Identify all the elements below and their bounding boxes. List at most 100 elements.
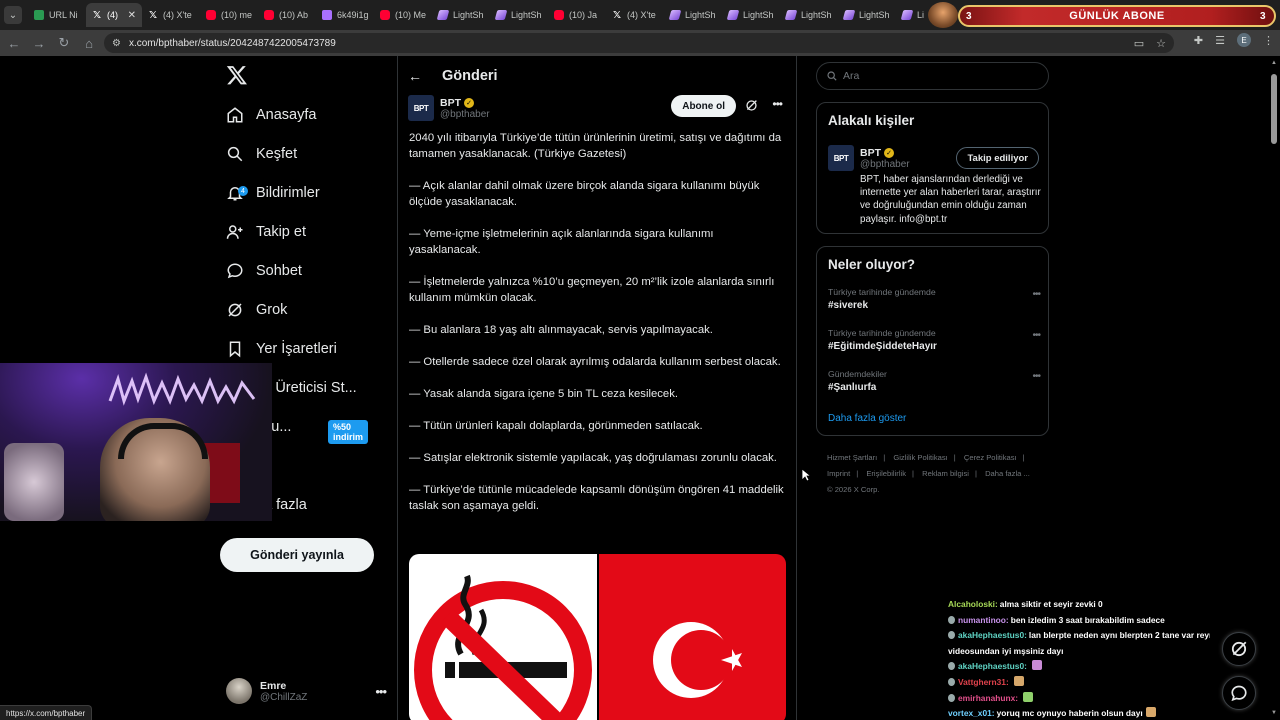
- chat-username: Alcaholoski:: [948, 599, 998, 609]
- chat-text: yoruq mc oynuyo haberin olsun dayı: [996, 708, 1143, 719]
- tab-list: URL Ni 𝕏 (4) ✕ 𝕏 (4) X'te (10) me (10) Ab 6k49i1…: [28, 3, 954, 27]
- back-icon[interactable]: ←: [3, 32, 25, 54]
- nav-item-follow[interactable]: Takip et: [226, 217, 306, 247]
- author-handle[interactable]: @bpthaber: [440, 109, 490, 120]
- browser-tab[interactable]: LightSh: [838, 3, 896, 27]
- reload-icon[interactable]: ↻: [53, 32, 75, 54]
- post-image[interactable]: [409, 554, 786, 720]
- grok-fab-button[interactable]: [1222, 632, 1256, 666]
- scroll-thumb[interactable]: [1271, 74, 1277, 144]
- browser-tab[interactable]: LightSh: [664, 3, 722, 27]
- bookmark-star-icon[interactable]: ☆: [1156, 37, 1166, 50]
- trend-more-icon[interactable]: •••: [1032, 330, 1040, 341]
- footer-link[interactable]: Hizmet Şartları: [827, 453, 877, 462]
- close-tab-icon[interactable]: ✕: [128, 10, 136, 21]
- follow-icon: [226, 223, 244, 241]
- browser-tab[interactable]: 𝕏 (4) X'te: [606, 3, 664, 27]
- back-arrow-icon[interactable]: ←: [408, 68, 422, 84]
- green-favicon-icon: [34, 10, 44, 20]
- address-bar[interactable]: ⚙ x.com/bpthaber/status/2042487422005473…: [104, 33, 1174, 53]
- account-switcher[interactable]: Emre @ChillZaZ •••: [226, 674, 387, 708]
- trend-more-icon[interactable]: •••: [1032, 289, 1040, 300]
- trend-item[interactable]: Türkiye tarihinde gündemde #EğitimdeŞidde…: [828, 328, 1041, 352]
- following-button[interactable]: Takip ediliyor: [956, 147, 1039, 169]
- nav-item-grok[interactable]: Grok: [226, 295, 287, 325]
- footer-link[interactable]: Daha fazla ...: [985, 469, 1030, 478]
- nav-item-bookmark[interactable]: Yer İşaretleri: [226, 334, 337, 364]
- search-input[interactable]: Ara: [816, 62, 1049, 90]
- author-name: BPT: [440, 96, 461, 109]
- subscribe-button[interactable]: Abone ol: [671, 95, 736, 117]
- footer-link[interactable]: Reklam bilgisi: [922, 469, 969, 478]
- browser-tab[interactable]: 𝕏 (4) X'te: [142, 3, 200, 27]
- stream-chat-overlay: Alcaholoski: alma siktir et seyir zevki 0…: [948, 597, 1210, 720]
- browser-tab[interactable]: 6k49i1g: [316, 3, 374, 27]
- trend-context: Türkiye tarihinde gündemde: [828, 287, 936, 297]
- footer-link[interactable]: Çerez Politikası: [964, 453, 1017, 462]
- nav-item-chat[interactable]: Sohbet: [226, 256, 302, 286]
- chat-text: videosundan iyi mşsiniz dayı: [948, 645, 1064, 656]
- post-more-icon[interactable]: •••: [772, 97, 783, 111]
- chat-username: Vattghern31:: [958, 676, 1009, 687]
- nav-label: Yer İşaretleri: [256, 341, 337, 357]
- browser-tab[interactable]: LightSh: [490, 3, 548, 27]
- post-paragraph: — Otellerde sadece özel olarak ayrılmış …: [409, 356, 781, 368]
- tab-search-button[interactable]: ⌄: [4, 6, 22, 24]
- browser-tab[interactable]: (10) Me: [374, 3, 432, 27]
- grok-icon: [1231, 641, 1247, 657]
- verified-badge-icon: ✓: [884, 147, 894, 158]
- home-button-icon[interactable]: ⌂: [78, 32, 100, 54]
- address-text: x.com/bpthaber/status/204248742200547378…: [128, 37, 336, 49]
- messages-fab-button[interactable]: [1222, 676, 1256, 710]
- profile-avatar[interactable]: E: [1237, 33, 1251, 47]
- account-name: Emre: [260, 679, 287, 692]
- related-bio: BPT, haber ajanslarından derlediği ve in…: [860, 174, 1041, 225]
- browser-tab[interactable]: LightSh: [780, 3, 838, 27]
- chat-emote-icon: [1031, 660, 1042, 671]
- trend-item[interactable]: Türkiye tarihinde gündemde #siverek •••: [828, 287, 1041, 311]
- nav-item-search[interactable]: Keşfet: [226, 139, 297, 169]
- show-more-link[interactable]: Daha fazla göster: [828, 413, 906, 424]
- chat-text: ben izledim 3 saat bırakabildim sadece: [1010, 614, 1165, 625]
- trend-item[interactable]: Gündemdekiler #Şanlıurfa •••: [828, 369, 1041, 393]
- footer-link[interactable]: Imprint: [827, 469, 850, 478]
- related-people-card: Alakalı kişiler BPT BPT ✓ @bpthaber Taki…: [816, 102, 1049, 234]
- scroll-down-icon[interactable]: ▼: [1271, 710, 1277, 716]
- author-avatar[interactable]: BPT: [408, 95, 434, 121]
- reading-list-icon[interactable]: ☰: [1215, 34, 1225, 47]
- site-info-icon[interactable]: ⚙: [112, 38, 121, 49]
- browser-tab[interactable]: (10) Ja: [548, 3, 606, 27]
- nav-item-bell[interactable]: 4 Bildirimler: [226, 178, 320, 208]
- browser-tab[interactable]: (10) me: [200, 3, 258, 27]
- cast-icon[interactable]: ▭: [1134, 37, 1144, 50]
- browser-tab[interactable]: LightSh: [432, 3, 490, 27]
- browser-tab[interactable]: URL Ni: [28, 3, 86, 27]
- scroll-up-icon[interactable]: ▲: [1271, 60, 1277, 66]
- trend-more-icon[interactable]: •••: [1032, 371, 1040, 382]
- grok-explain-icon[interactable]: [745, 99, 758, 112]
- browser-tab[interactable]: 𝕏 (4) ✕: [86, 3, 142, 27]
- related-avatar[interactable]: BPT: [828, 145, 854, 171]
- account-more-icon[interactable]: •••: [375, 684, 387, 699]
- browser-tab[interactable]: LightSh: [722, 3, 780, 27]
- account-handle: @ChillZaZ: [260, 691, 308, 703]
- lightshot-favicon-icon: [494, 10, 508, 20]
- search-icon: [226, 145, 244, 163]
- tab-label: (10) Ja: [569, 10, 598, 20]
- chat-message: akaHephaestus0:: [948, 659, 1210, 675]
- tab-label: (4): [107, 10, 118, 20]
- chat-message: Vattghern31:: [948, 675, 1210, 691]
- footer-link[interactable]: Gizlilik Politikası: [893, 453, 947, 462]
- post-button[interactable]: Gönderi yayınla: [220, 538, 374, 572]
- browser-menu-icon[interactable]: ⋮: [1263, 34, 1274, 47]
- footer-link[interactable]: Erişilebilirlik: [866, 469, 906, 478]
- author-name-row[interactable]: BPT ✓: [440, 97, 490, 109]
- x-logo-icon[interactable]: [226, 64, 254, 92]
- forward-icon[interactable]: →: [28, 32, 50, 54]
- nav-item-home[interactable]: Anasayfa: [226, 100, 316, 130]
- extensions-icon[interactable]: ✚: [1194, 34, 1203, 47]
- page-scrollbar[interactable]: ▲ ▼: [1270, 60, 1278, 716]
- tab-label: (4) X'te: [627, 10, 656, 20]
- browser-tab[interactable]: (10) Ab: [258, 3, 316, 27]
- avatar: [226, 678, 252, 704]
